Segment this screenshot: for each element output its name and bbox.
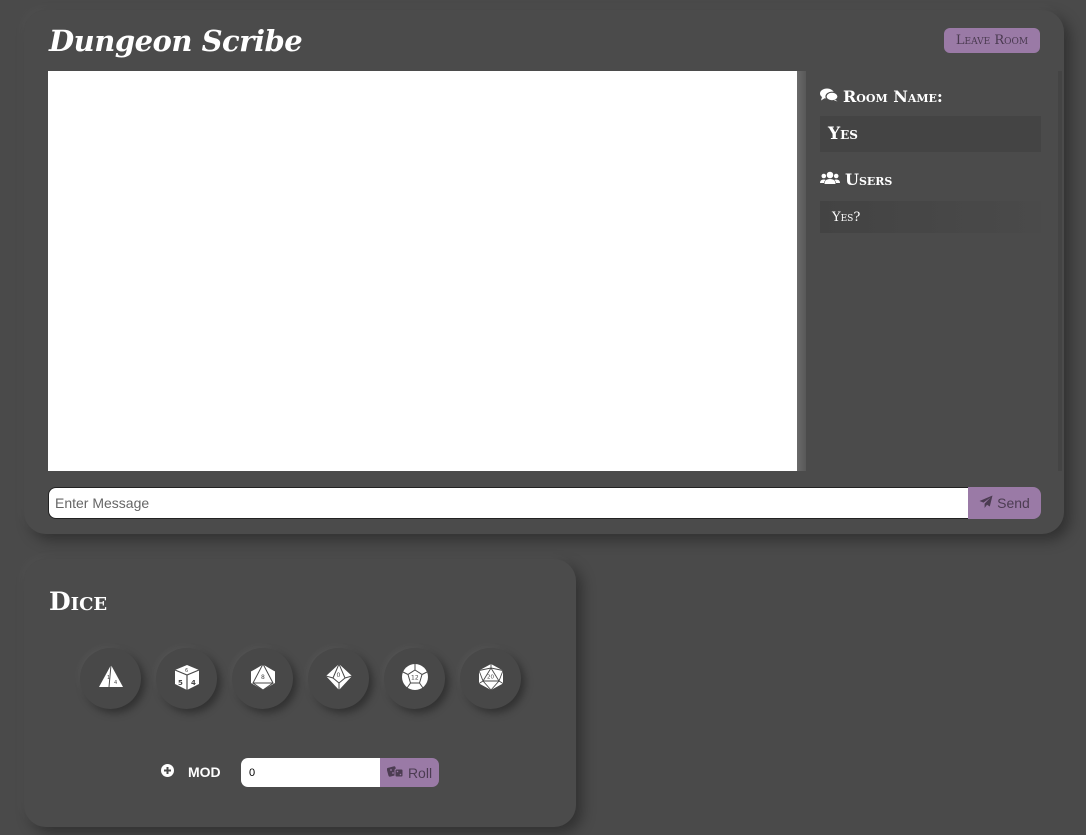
paper-plane-icon: [979, 495, 993, 512]
dice-title: Dice: [49, 587, 108, 616]
svg-text:6: 6: [185, 668, 188, 674]
d6-button[interactable]: 6 5 4: [156, 648, 217, 709]
d4-icon: 1 4: [96, 662, 126, 696]
room-sidebar: Room Name: Yes Users Yes?: [820, 71, 1041, 233]
send-label: Send: [997, 495, 1030, 511]
modifier-row: Roll: [241, 758, 439, 787]
sidebar-scrollbar: [1058, 71, 1062, 471]
room-name-label: Room Name:: [843, 87, 943, 106]
message-input[interactable]: [48, 487, 968, 519]
svg-text:20: 20: [487, 674, 494, 680]
plus-circle-icon: [161, 764, 174, 780]
svg-text:8: 8: [261, 674, 265, 681]
mod-label: MOD: [188, 764, 221, 780]
d10-button[interactable]: 0: [308, 648, 369, 709]
svg-text:5: 5: [178, 679, 183, 687]
mod-toggle[interactable]: MOD: [161, 764, 221, 780]
send-button[interactable]: Send: [968, 487, 1041, 519]
dice-buttons: 1 4 6 5 4 8 0 12 20: [80, 648, 521, 709]
svg-text:0: 0: [336, 672, 340, 679]
d8-button[interactable]: 8: [232, 648, 293, 709]
dice-panel: Dice 1 4 6 5 4 8 0 12 20 MOD 0 Roll: [24, 559, 576, 827]
users-heading: Users: [820, 170, 1041, 189]
d10-icon: 0: [324, 662, 354, 696]
message-composer: Send: [48, 487, 1041, 519]
d20-icon: 20: [476, 662, 506, 696]
users-icon: [820, 170, 840, 189]
d12-icon: 12: [400, 662, 430, 696]
user-list-item: Yes?: [820, 201, 1041, 233]
d12-button[interactable]: 12: [384, 648, 445, 709]
d20-button[interactable]: 20: [460, 648, 521, 709]
dice-icon: [386, 764, 405, 781]
svg-text:1: 1: [107, 675, 110, 681]
roll-button[interactable]: Roll: [380, 758, 439, 787]
chat-panel: Dungeon Scribe Leave Room Room Name: Yes: [24, 10, 1064, 534]
users-label: Users: [845, 170, 893, 189]
roll-label: Roll: [407, 764, 433, 781]
svg-text:4: 4: [114, 680, 117, 686]
d4-button[interactable]: 1 4: [80, 648, 141, 709]
chat-scrollbar[interactable]: [797, 71, 806, 471]
d6-icon: 6 5 4: [172, 662, 202, 696]
chat-message-area[interactable]: [48, 71, 797, 471]
d8-icon: 8: [248, 662, 278, 696]
comments-icon: [820, 87, 839, 106]
leave-room-button[interactable]: Leave Room: [944, 28, 1040, 53]
room-name-value: Yes: [820, 116, 1041, 152]
modifier-input[interactable]: [241, 758, 380, 787]
svg-text:12: 12: [411, 674, 419, 681]
app-title: Dungeon Scribe: [49, 24, 303, 58]
svg-text:4: 4: [191, 679, 196, 687]
room-name-heading: Room Name:: [820, 87, 1041, 106]
